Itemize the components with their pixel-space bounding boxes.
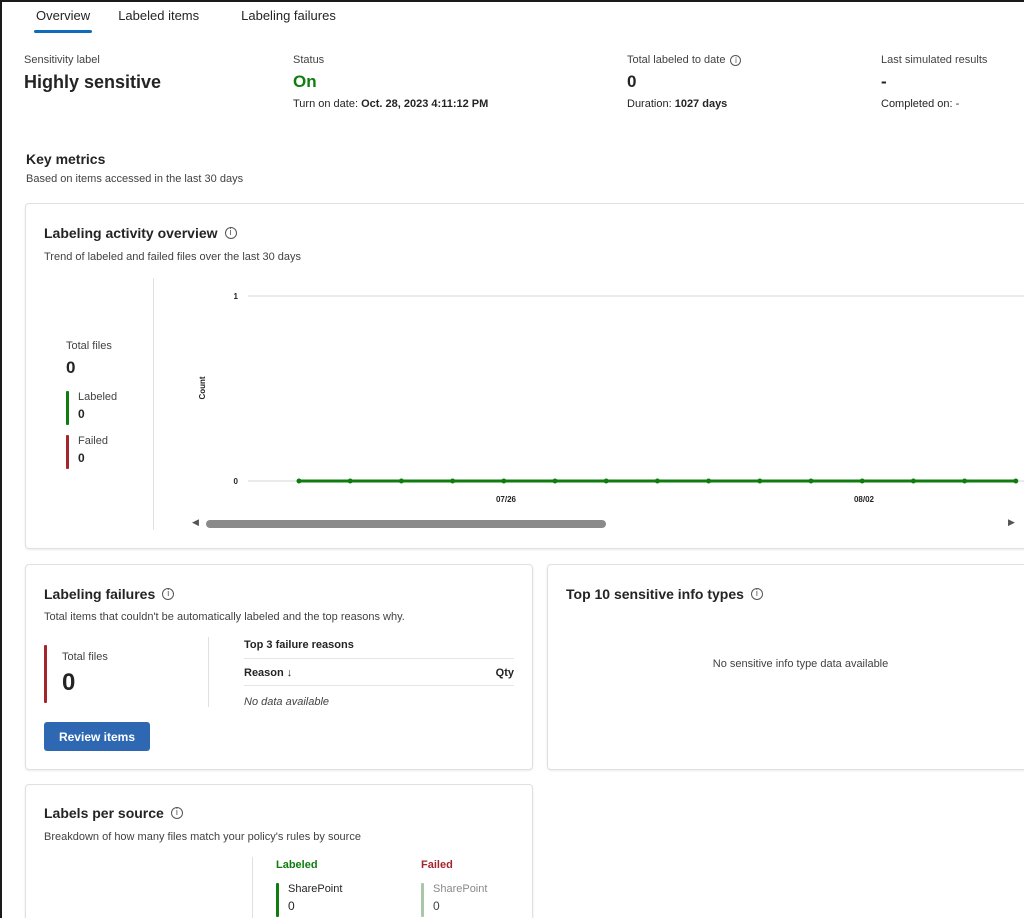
data-point — [706, 478, 712, 484]
simulated-value: - — [881, 72, 887, 91]
x-tick-label: 08/02 — [854, 495, 875, 504]
total-labeled-caption-text: Total labeled to date — [627, 54, 726, 66]
scroll-left-icon[interactable]: ◀ — [192, 517, 199, 528]
failure-reasons-table: Top 3 failure reasons Reason ↓ Qty No da… — [244, 639, 514, 708]
top10-title: Top 10 sensitive info types i — [566, 586, 763, 602]
failures-total-label: Total files — [62, 651, 108, 663]
lps-failed-value: 0 — [433, 899, 440, 913]
failure-reasons-header: Top 3 failure reasons — [244, 639, 514, 659]
top10-title-text: Top 10 sensitive info types — [566, 586, 744, 602]
lps-failed-item: SharePoint 0 — [421, 883, 488, 917]
total-labeled-value: 0 — [627, 72, 637, 91]
duration-prefix: Duration: — [627, 98, 672, 110]
tab-bar: Overview Labeled items Labeling failures — [24, 2, 348, 34]
lps-failed-head: Failed — [421, 859, 453, 871]
data-point — [757, 478, 763, 484]
tab-labeling-failures[interactable]: Labeling failures — [229, 2, 348, 34]
failures-indicator — [44, 645, 47, 703]
lps-labeled-item: SharePoint 0 — [276, 883, 343, 917]
status-caption: Status — [293, 54, 325, 66]
summary-total-labeled: Total labeled to date i 0 Duration: 1027… — [627, 54, 742, 110]
turn-on-date: Turn on date: Oct. 28, 2023 4:11:12 PM — [293, 98, 488, 110]
data-point — [910, 478, 916, 484]
chart-scrollbar-thumb[interactable] — [206, 520, 606, 528]
y-tick-label: 1 — [234, 292, 239, 301]
status-value: On — [293, 72, 317, 91]
summary-simulated: Last simulated results - Completed on: - — [881, 54, 987, 110]
turn-on-date-prefix: Turn on date: — [293, 98, 359, 110]
lps-labeled-value: 0 — [288, 899, 295, 913]
lps-failed-source: SharePoint — [433, 883, 488, 895]
qty-column-header[interactable]: Qty — [496, 667, 514, 679]
data-point — [450, 478, 456, 484]
data-point — [603, 478, 609, 484]
info-icon[interactable]: i — [730, 54, 742, 66]
y-tick-label: 0 — [234, 477, 239, 486]
top-sensitive-info-card: Top 10 sensitive info types i No sensiti… — [547, 564, 1024, 770]
lps-labeled-source: SharePoint — [288, 883, 343, 895]
total-labeled-caption: Total labeled to date i — [627, 54, 742, 66]
summary-sensitivity: Sensitivity label Highly sensitive — [24, 54, 161, 93]
data-point — [962, 478, 968, 484]
info-icon[interactable]: i — [170, 807, 183, 819]
data-point — [552, 478, 558, 484]
lps-labeled-indicator — [276, 883, 279, 917]
lps-title: Labels per source i — [44, 805, 183, 821]
failures-total: Total files 0 — [44, 645, 108, 703]
activity-line-chart: 0 1 Count 07/26 08/02 — [198, 292, 1024, 504]
data-point — [296, 478, 302, 484]
x-tick-label: 07/26 — [496, 495, 517, 504]
info-icon[interactable]: i — [162, 588, 175, 600]
simulated-caption: Last simulated results — [881, 54, 988, 66]
y-axis-label: Count — [198, 376, 207, 399]
failures-total-value: 0 — [62, 669, 76, 696]
key-metrics-subtitle: Based on items accessed in the last 30 d… — [26, 173, 244, 185]
top10-empty-message: No sensitive info type data available — [712, 658, 889, 670]
labeling-failures-card: Labeling failures i Total items that cou… — [25, 564, 533, 770]
sensitivity-label-caption: Sensitivity label — [24, 54, 100, 66]
data-point — [859, 478, 865, 484]
sensitivity-label-value: Highly sensitive — [24, 72, 162, 92]
tab-labeled-items[interactable]: Labeled items — [106, 2, 211, 34]
data-point — [398, 478, 404, 484]
data-point — [501, 478, 507, 484]
summary-status: Status On Turn on date: Oct. 28, 2023 4:… — [293, 54, 488, 110]
lps-subtitle: Breakdown of how many files match your p… — [44, 831, 361, 843]
tab-overview[interactable]: Overview — [24, 2, 102, 34]
lps-labeled-column: Labeled SharePoint 0 — [276, 859, 343, 917]
duration-value: 1027 days — [674, 98, 728, 110]
lps-failed-indicator — [421, 883, 424, 917]
failure-reasons-empty: No data available — [244, 696, 330, 708]
data-point — [654, 478, 660, 484]
labels-per-source-card: Labels per source i Breakdown of how man… — [25, 784, 533, 918]
failures-title-text: Labeling failures — [44, 586, 156, 602]
scroll-right-icon[interactable]: ▶ — [1008, 517, 1015, 528]
data-point — [1013, 478, 1019, 484]
app-frame: Overview Labeled items Labeling failures… — [0, 0, 1024, 918]
turn-on-date-value: Oct. 28, 2023 4:11:12 PM — [361, 98, 489, 110]
failures-title: Labeling failures i — [44, 586, 175, 602]
key-metrics-title: Key metrics — [26, 151, 106, 167]
data-point — [347, 478, 353, 484]
failures-subtitle: Total items that couldn't be automatical… — [44, 611, 405, 623]
failure-reasons-columns: Reason ↓ Qty — [244, 659, 514, 686]
lps-labeled-head: Labeled — [276, 859, 318, 871]
lps-title-text: Labels per source — [44, 805, 164, 821]
completed-on: Completed on: - — [881, 98, 960, 110]
lps-divider — [252, 857, 253, 918]
review-items-button[interactable]: Review items — [44, 722, 150, 751]
labeling-activity-card: Labeling activity overview i Trend of la… — [25, 203, 1024, 549]
data-point — [808, 478, 814, 484]
policy-summary: Sensitivity label Highly sensitive Statu… — [2, 54, 1024, 124]
info-icon[interactable]: i — [750, 588, 763, 600]
lps-failed-column: Failed SharePoint 0 — [421, 859, 488, 917]
duration: Duration: 1027 days — [627, 98, 741, 110]
failures-divider — [208, 637, 209, 707]
reason-column-header[interactable]: Reason ↓ — [244, 667, 292, 679]
